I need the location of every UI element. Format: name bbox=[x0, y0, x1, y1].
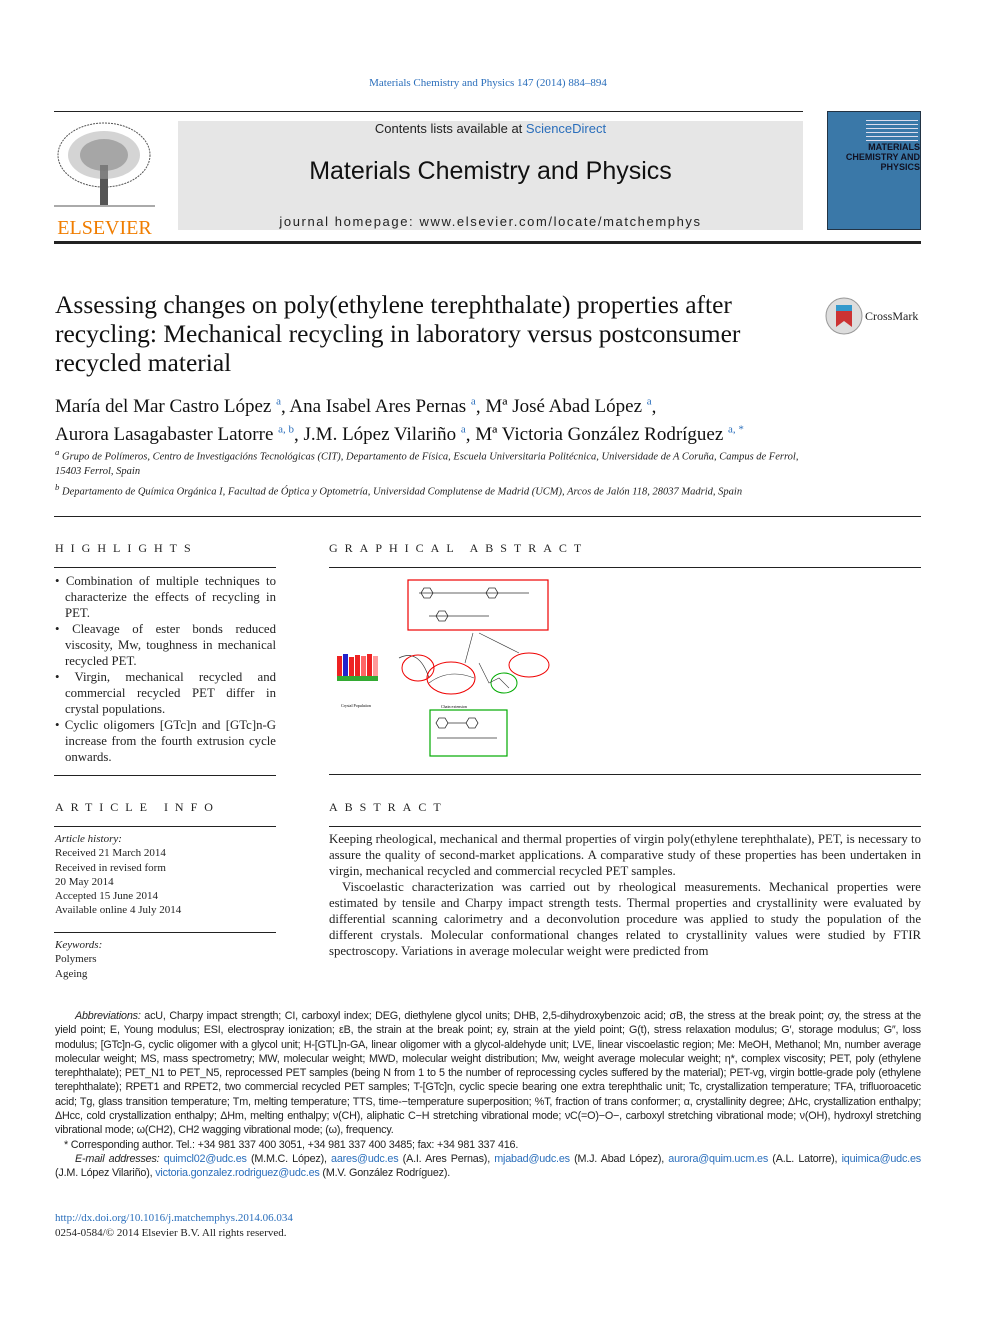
highlight-item: • Cleavage of ester bonds reduced viscos… bbox=[55, 622, 276, 668]
article-history: Article history: Received 21 March 2014 … bbox=[55, 832, 276, 918]
cover-title: MATERIALS CHEMISTRY AND PHYSICS bbox=[845, 142, 920, 172]
author[interactable]: J.M. López Vilariño a bbox=[304, 424, 466, 445]
abstract-text: Keeping rheological, mechanical and ther… bbox=[329, 831, 921, 959]
divider bbox=[54, 826, 276, 827]
highlight-item: • Cyclic oligomers [GTc]n and [GTc]n-G i… bbox=[55, 718, 276, 764]
journal-homepage[interactable]: journal homepage: www.elsevier.com/locat… bbox=[178, 214, 803, 229]
history-item: Available online 4 July 2014 bbox=[55, 904, 182, 917]
email-addresses: E-mail addresses: quimcl02@udc.es (M.M.C… bbox=[55, 1152, 922, 1180]
abstract-heading: ABSTRACT bbox=[329, 800, 448, 814]
keyword: Polymers bbox=[55, 953, 97, 966]
label-crystal-population: Crystal Population bbox=[341, 703, 371, 708]
affiliation: a Grupo de Polímeros, Centro de Investig… bbox=[55, 447, 799, 477]
highlights-heading: HIGHLIGHTS bbox=[55, 541, 198, 555]
highlight-item: • Combination of multiple techniques to … bbox=[55, 574, 276, 620]
label-chain-extension: Chain extension bbox=[441, 704, 467, 709]
divider bbox=[329, 567, 921, 568]
keywords: Keywords: Polymers Ageing bbox=[55, 938, 276, 981]
doi-link[interactable]: http://dx.doi.org/10.1016/j.matchemphys.… bbox=[55, 1211, 293, 1226]
crossmark-button[interactable]: CrossMark bbox=[825, 297, 918, 335]
article-info-heading: ARTICLE INFO bbox=[55, 800, 220, 814]
elsevier-logo: ELSEVIER bbox=[54, 120, 155, 239]
keyword: Ageing bbox=[55, 967, 88, 980]
graphical-abstract-image: Crystal Population Chain extension bbox=[329, 578, 554, 758]
crossmark-label: CrossMark bbox=[865, 308, 919, 323]
crossmark-icon bbox=[825, 297, 863, 335]
corresponding-author: * Corresponding author. Tel.: +34 981 33… bbox=[64, 1138, 519, 1151]
email-link[interactable]: mjabad@udc.es bbox=[494, 1153, 570, 1165]
abstract-paragraph: Keeping rheological, mechanical and ther… bbox=[329, 832, 921, 878]
email-link[interactable]: aurora@quim.ucm.es bbox=[668, 1153, 768, 1165]
divider bbox=[54, 932, 276, 933]
history-item: 20 May 2014 bbox=[55, 875, 114, 888]
abbreviations: Abbreviations: acU, Charpy impact streng… bbox=[55, 1010, 921, 1137]
email-link[interactable]: victoria.gonzalez.rodriguez@udc.es bbox=[155, 1167, 320, 1179]
keywords-label: Keywords: bbox=[55, 939, 103, 951]
contents-prefix: Contents lists available at bbox=[374, 121, 526, 136]
footnotes: Abbreviations: acU, Charpy impact streng… bbox=[55, 1009, 921, 1181]
email-link[interactable]: iquimica@udc.es bbox=[842, 1153, 922, 1165]
highlights-list: • Combination of multiple techniques to … bbox=[55, 573, 276, 765]
email-link[interactable]: quimcl02@udc.es bbox=[164, 1153, 247, 1165]
divider bbox=[54, 775, 276, 776]
history-label: Article history: bbox=[55, 833, 122, 845]
journal-cover: MATERIALS CHEMISTRY AND PHYSICS bbox=[827, 111, 921, 230]
author[interactable]: María del Mar Castro López a bbox=[55, 396, 281, 417]
graphical-abstract-heading: GRAPHICAL ABSTRACT bbox=[329, 541, 589, 555]
history-item: Accepted 15 June 2014 bbox=[55, 890, 158, 903]
publisher-name: ELSEVIER bbox=[57, 217, 152, 239]
author[interactable]: Mª José Abad López a bbox=[485, 396, 651, 417]
affiliations: a Grupo de Polímeros, Centro de Investig… bbox=[55, 445, 815, 500]
affiliation: b Departamento de Química Orgánica I, Fa… bbox=[55, 481, 743, 498]
contents-line: Contents lists available at ScienceDirec… bbox=[178, 121, 803, 136]
author-list: María del Mar Castro López a, Ana Isabel… bbox=[55, 396, 744, 446]
divider bbox=[329, 826, 921, 827]
divider bbox=[54, 516, 921, 517]
journal-title: Materials Chemistry and Physics bbox=[309, 157, 672, 185]
header-divider bbox=[54, 241, 921, 244]
history-item: Received in revised form bbox=[55, 861, 166, 874]
sciencedirect-link[interactable]: ScienceDirect bbox=[526, 121, 606, 136]
divider bbox=[329, 774, 921, 775]
author[interactable]: Aurora Lasagabaster Latorre a, b bbox=[55, 424, 294, 445]
divider bbox=[54, 567, 276, 568]
author[interactable]: Ana Isabel Ares Pernas a bbox=[289, 396, 475, 417]
article-title: Assessing changes on poly(ethylene terep… bbox=[55, 290, 741, 377]
author[interactable]: Mª Victoria González Rodríguez a, * bbox=[475, 424, 744, 445]
doi-block: http://dx.doi.org/10.1016/j.matchemphys.… bbox=[55, 1211, 293, 1241]
journal-reference-link[interactable]: Materials Chemistry and Physics 147 (201… bbox=[0, 77, 976, 89]
history-item: Received 21 March 2014 bbox=[55, 847, 166, 860]
email-link[interactable]: aares@udc.es bbox=[331, 1153, 399, 1165]
divider bbox=[54, 111, 803, 112]
copyright: 0254-0584/© 2014 Elsevier B.V. All right… bbox=[55, 1227, 287, 1239]
highlight-item: • Virgin, mechanical recycled and commer… bbox=[55, 670, 276, 716]
abstract-paragraph: Viscoelastic characterization was carrie… bbox=[329, 880, 921, 958]
